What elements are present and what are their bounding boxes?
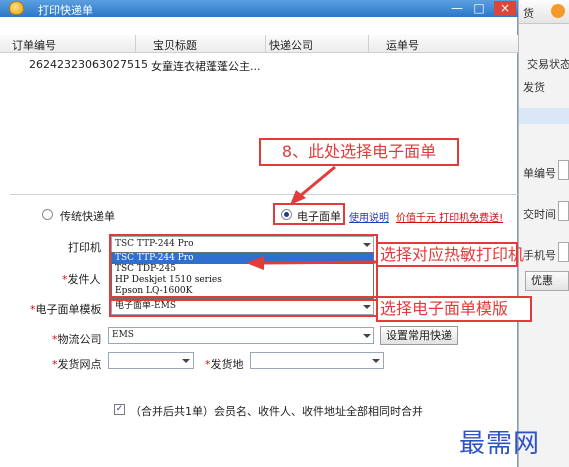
arrowhead-printer <box>246 256 264 270</box>
arrow-to-printer <box>261 260 377 265</box>
arrow-to-electronic <box>299 165 336 198</box>
annotation-arrows <box>246 165 377 270</box>
watermark-logo: 最需网 <box>459 429 541 459</box>
